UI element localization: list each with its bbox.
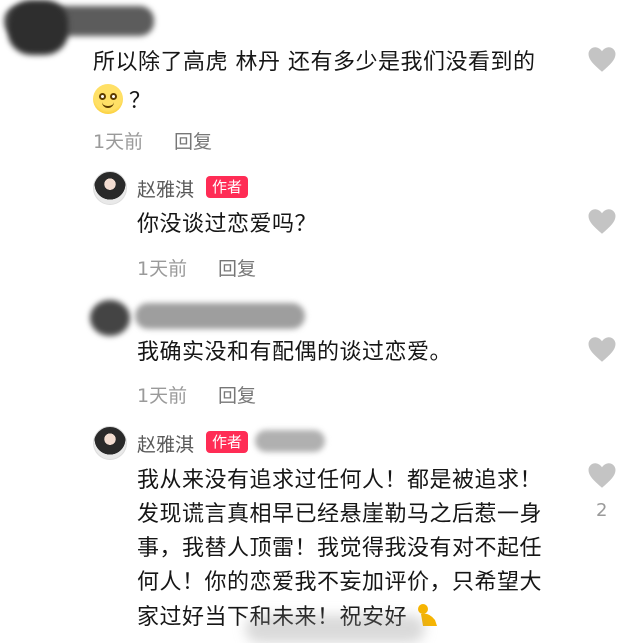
- author-name[interactable]: 赵雅淇: [137, 430, 194, 457]
- reply-time: 1天前: [137, 385, 188, 407]
- blurred-username: [135, 303, 305, 329]
- comment-text: 所以除了高虎 林丹 还有多少是我们没看到的: [93, 50, 536, 75]
- reply-text-line: 何人！你的恋爱我不妄加评价，只希望大: [137, 570, 543, 595]
- reply-text-line: 我从来没有追求过任何人！都是被追求！: [137, 468, 543, 493]
- author-name[interactable]: 赵雅淇: [137, 175, 194, 202]
- reply-text-line: 事，我替人顶雷！我觉得我没有对不起任: [137, 536, 543, 561]
- heart-outline-icon[interactable]: [587, 336, 617, 363]
- avatar[interactable]: [93, 426, 127, 460]
- avatar[interactable]: [93, 171, 127, 205]
- heart-outline-icon[interactable]: [587, 208, 617, 235]
- reply-text: 你没谈过恋爱吗？: [137, 212, 318, 237]
- blurred-avatar: [8, 0, 68, 55]
- like-count: 2: [596, 500, 608, 521]
- reply-button[interactable]: 回复: [218, 254, 256, 281]
- heart-outline-icon[interactable]: [587, 462, 617, 489]
- comment-time: 1天前: [93, 131, 144, 153]
- blurred-reply-target: [255, 430, 325, 452]
- author-badge: 作者: [206, 431, 249, 453]
- blurred-avatar: [90, 300, 130, 336]
- comment-text-line2: ？: [93, 84, 152, 117]
- heart-outline-icon[interactable]: [587, 46, 617, 73]
- comment-text-question: ？: [129, 89, 152, 114]
- blurred-overlay: [245, 615, 425, 643]
- smile-emoji-icon: [93, 84, 123, 114]
- reply-button[interactable]: 回复: [174, 127, 212, 154]
- reply-text-line: 发现谎言真相早已经悬崖勒马之后惹一身: [137, 502, 543, 527]
- reply-time: 1天前: [137, 258, 188, 280]
- author-badge: 作者: [206, 176, 249, 198]
- reply-text: 我确实没和有配偶的谈过恋爱。: [137, 340, 453, 365]
- reply-button[interactable]: 回复: [218, 381, 256, 408]
